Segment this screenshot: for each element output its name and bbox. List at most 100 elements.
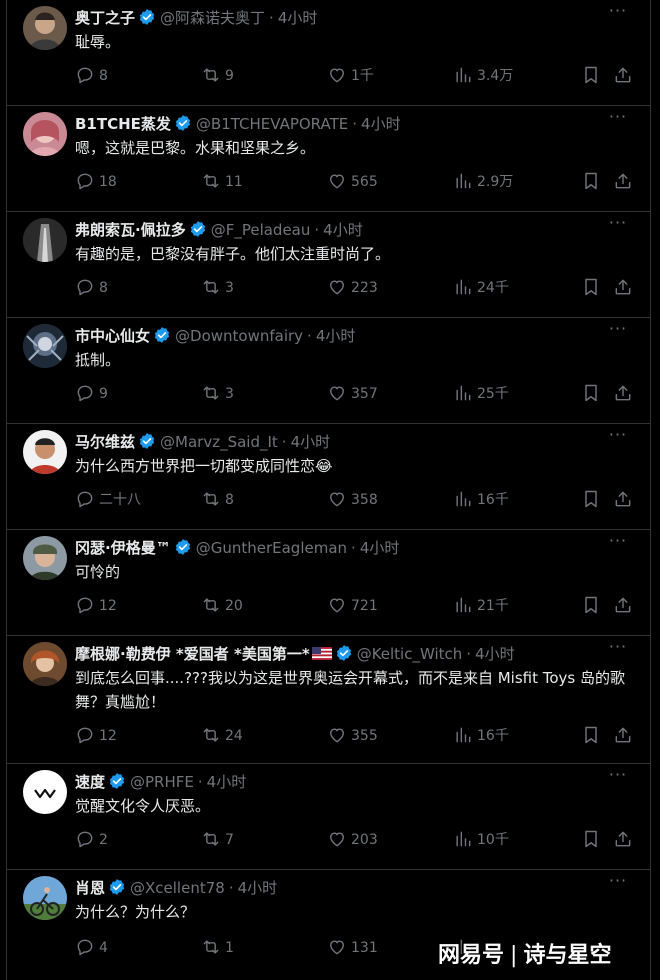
views-button[interactable]: 2.9万 [453,170,513,194]
reply-button[interactable]: 12 [75,724,117,748]
avatar[interactable] [23,430,67,474]
share-button[interactable] [613,724,633,748]
avatar[interactable] [23,876,67,920]
retweet-button[interactable]: 1 [201,936,234,960]
views-button[interactable]: 16千 [453,724,509,748]
display-name[interactable]: 市中心仙女 [75,327,150,345]
share-button[interactable] [613,276,633,300]
display-name[interactable]: 奥丁之子 [75,9,135,27]
bookmark-button[interactable] [581,724,601,748]
user-handle[interactable]: @B1TCHEVAPORATE [196,115,348,133]
user-handle[interactable]: @Marvz_Said_It [160,433,278,451]
timestamp[interactable]: 4小时 [316,327,356,345]
avatar[interactable] [23,536,67,580]
avatar[interactable] [23,112,67,156]
reply-button[interactable]: 18 [75,170,117,194]
tweet[interactable]: 速度 @PRHFE · 4小时 ··· 觉醒文化令人厌恶。 2 7 203 10千 [7,764,650,870]
share-button[interactable] [613,594,633,618]
tweet[interactable]: 弗朗索瓦·佩拉多 @F_Peladeau · 4小时 ··· 有趣的是，巴黎没有胖子。… [7,212,650,318]
retweet-button[interactable]: 24 [201,724,243,748]
more-icon[interactable]: ··· [606,3,630,24]
like-button[interactable]: 565 [327,170,378,194]
more-icon[interactable]: ··· [606,109,630,130]
display-name[interactable]: 马尔维兹 [75,433,135,451]
bookmark-button[interactable] [581,64,601,88]
bookmark-button[interactable] [581,828,601,852]
more-icon[interactable]: ··· [606,321,630,342]
retweet-button[interactable]: 9 [201,64,234,88]
reply-button[interactable]: 12 [75,594,117,618]
bookmark-button[interactable] [581,276,601,300]
tweet[interactable]: 摩根娜·勒费伊 *爱国者 *美国第一* @Keltic_Witch · 4小时 ···… [7,636,650,764]
views-button[interactable]: 10千 [453,828,509,852]
timestamp[interactable]: 4小时 [207,773,247,791]
reply-button[interactable]: 9 [75,382,108,406]
avatar[interactable] [23,642,67,686]
avatar[interactable] [23,218,67,262]
share-button[interactable] [613,170,633,194]
reply-button[interactable]: 2 [75,828,108,852]
more-icon[interactable]: ··· [606,215,630,236]
share-button[interactable] [613,382,633,406]
retweet-button[interactable]: 7 [201,828,234,852]
tweet[interactable]: 市中心仙女 @Downtownfairy · 4小时 ··· 抵制。 9 3 357 … [7,318,650,424]
display-name[interactable]: 肖恩 [75,879,105,897]
user-handle[interactable]: @阿森诺夫奥丁 [160,9,265,27]
user-handle[interactable]: @Downtownfairy [175,327,303,345]
reply-button[interactable]: 8 [75,276,108,300]
retweet-button[interactable]: 3 [201,382,234,406]
user-handle[interactable]: @Xcellent78 [130,879,225,897]
bookmark-button[interactable] [581,382,601,406]
share-button[interactable] [613,488,633,512]
more-icon[interactable]: ··· [606,427,630,448]
retweet-button[interactable]: 11 [201,170,243,194]
display-name[interactable]: 弗朗索瓦·佩拉多 [75,221,186,239]
tweet[interactable]: B1TCHE蒸发 @B1TCHEVAPORATE · 4小时 ··· 嗯，这就是巴黎。… [7,106,650,212]
views-button[interactable]: 3.4万 [453,64,513,88]
display-name[interactable]: 摩根娜·勒费伊 *爱国者 *美国第一* [75,645,310,663]
tweet[interactable]: 马尔维兹 @Marvz_Said_It · 4小时 ··· 为什么西方世界把一切都变成… [7,424,650,530]
reply-button[interactable]: 二十八 [75,488,141,512]
avatar[interactable] [23,324,67,368]
display-name[interactable]: B1TCHE蒸发 [75,115,171,133]
more-icon[interactable]: ··· [606,533,630,554]
more-icon[interactable]: ··· [606,873,630,894]
display-name[interactable]: 冈瑟·伊格曼™ [75,539,171,557]
user-handle[interactable]: @PRHFE [130,773,194,791]
more-icon[interactable]: ··· [606,767,630,788]
avatar[interactable] [23,6,67,50]
tweet[interactable]: 奥丁之子 @阿森诺夫奥丁 · 4小时 ··· 耻辱。 8 9 1千 3.4万 [7,0,650,106]
retweet-button[interactable]: 8 [201,488,234,512]
bookmark-button[interactable] [581,594,601,618]
user-handle[interactable]: @GuntherEagleman [196,539,347,557]
views-button[interactable]: 25千 [453,382,509,406]
like-button[interactable]: 203 [327,828,378,852]
reply-button[interactable]: 8 [75,64,108,88]
share-button[interactable] [613,828,633,852]
bookmark-button[interactable] [581,488,601,512]
views-button[interactable]: 21千 [453,594,509,618]
tweet[interactable]: 冈瑟·伊格曼™ @GuntherEagleman · 4小时 ··· 可怜的 12 2… [7,530,650,636]
timestamp[interactable]: 4小时 [361,115,401,133]
user-handle[interactable]: @F_Peladeau [211,221,311,239]
reply-button[interactable]: 4 [75,936,108,960]
like-button[interactable]: 355 [327,724,378,748]
timestamp[interactable]: 4小时 [238,879,278,897]
bookmark-button[interactable] [581,170,601,194]
like-button[interactable]: 223 [327,276,378,300]
timestamp[interactable]: 4小时 [291,433,331,451]
retweet-button[interactable]: 20 [201,594,243,618]
like-button[interactable]: 721 [327,594,378,618]
avatar[interactable] [23,770,67,814]
display-name[interactable]: 速度 [75,773,105,791]
retweet-button[interactable]: 3 [201,276,234,300]
like-button[interactable]: 131 [327,936,378,960]
views-button[interactable]: 16千 [453,488,509,512]
more-icon[interactable]: ··· [606,639,630,660]
like-button[interactable]: 1千 [327,64,374,88]
timestamp[interactable]: 4小时 [323,221,363,239]
views-button[interactable]: 24千 [453,276,509,300]
timestamp[interactable]: 4小时 [360,539,400,557]
like-button[interactable]: 358 [327,488,378,512]
like-button[interactable]: 357 [327,382,378,406]
